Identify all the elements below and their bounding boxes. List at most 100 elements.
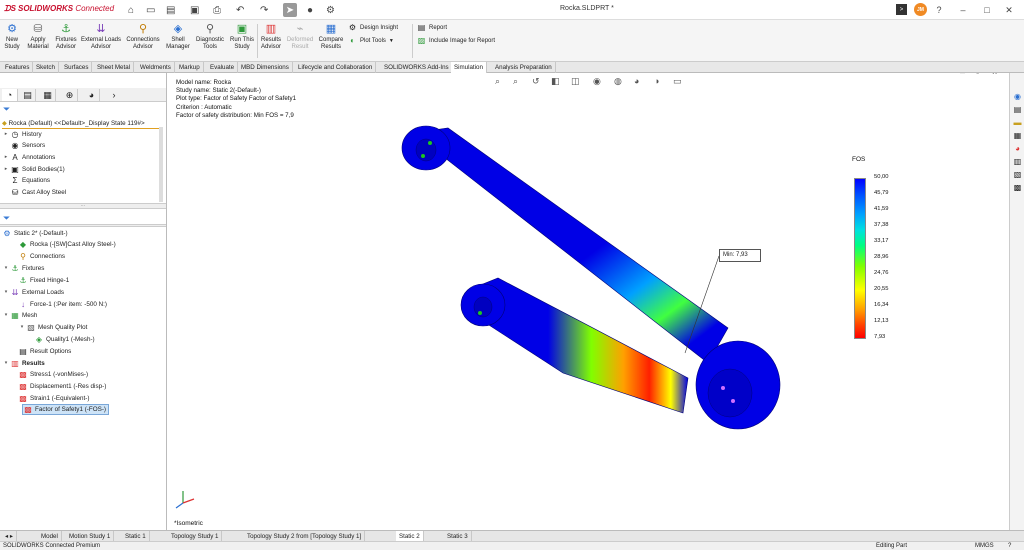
dimxpert-tab-icon[interactable]: ⊕ [62,89,78,101]
help-icon[interactable]: ? [932,3,946,17]
tab-surfaces[interactable]: Surfaces [61,62,93,73]
sim-strain1-node[interactable]: ▩ Strain1 (-Equivalent-) [18,393,89,404]
apply-material-button[interactable]: ⛁ Apply Material [26,22,50,60]
tab-weldments[interactable]: Weldments [137,62,175,73]
more-tabs-icon[interactable]: › [106,89,122,101]
close-icon[interactable]: ✕ [1002,3,1016,17]
run-this-study-button[interactable]: ▣ Run This Study [228,22,256,60]
sim-force-node[interactable]: ↓ Force-1 (:Per item: -500 N:) [18,299,107,310]
lower-bore-shape [473,296,493,318]
property-manager-tab-icon[interactable]: ▤ [20,89,36,101]
plot-tools-button[interactable]: ◐ Plot Tools ▼ [348,35,394,46]
sim-fos1-node[interactable]: ▩ Factor of Safety1 (-FOS-) [22,404,110,415]
sim-study-node[interactable]: ⚙ Static 2* (-Default-) [2,228,67,239]
legend-value: 16,34 [874,302,889,308]
tree-item-material[interactable]: ⛁ Cast Alloy Steel [2,187,66,198]
home-icon[interactable]: ⌂ [128,3,134,17]
minimize-icon[interactable]: – [956,3,970,17]
force-icon: ↓ [21,300,25,309]
app-logo[interactable]: ᗪS SOLIDWORKS Connected [4,4,114,14]
forum-icon[interactable]: ▧ [1012,169,1023,180]
sim-results-node[interactable]: ▾ ▥ Results [2,358,45,369]
configuration-manager-tab-icon[interactable]: ▦ [40,89,56,101]
undo-icon[interactable]: ↶ [236,3,244,17]
legend-value: 50,00 [874,174,889,180]
sim-external-loads-node[interactable]: ▾ ⇊ External Loads [2,287,64,298]
tab-mbd-dimensions[interactable]: MBD Dimensions [238,62,293,73]
sim-displacement1-node[interactable]: ▩ Displacement1 (-Res disp-) [18,381,106,392]
tab-features[interactable]: Features [2,62,34,73]
tree-item-sensors[interactable]: ◉ Sensors [2,140,46,151]
view-palette-icon[interactable]: ▦ [1012,130,1023,141]
tab-lifecycle[interactable]: Lifecycle and Collaboration [295,62,377,73]
sim-stress1-node[interactable]: ▩ Stress1 (-vonMises-) [18,369,88,380]
maximize-icon[interactable]: □ [980,3,994,17]
min-fos-annotation[interactable]: Min: 7,93 [719,249,761,262]
tree-item-history[interactable]: ▸ ◷ History [2,129,42,140]
external-loads-advisor-button[interactable]: ⇊ External Loads Advisor [80,22,122,60]
filter-icon[interactable]: ⏷ [3,104,10,115]
sim-filter-icon[interactable]: ⏷ [3,213,10,224]
graphics-area[interactable]: Model name: Rocka Study name: Static 2(-… [168,73,1008,530]
tree-scrollbar[interactable] [159,127,163,202]
tab-addins[interactable]: SOLIDWORKS Add-Ins [381,62,453,73]
redo-icon[interactable]: ↷ [260,3,268,17]
terminal-icon[interactable]: > [896,4,907,15]
fixtures-advisor-button[interactable]: ⚓ Fixtures Advisor [54,22,78,60]
print-icon[interactable]: ⎙ [213,3,221,17]
results-advisor-button[interactable]: ▥ Results Advisor [258,22,284,60]
report-button[interactable]: ▤ Report [417,22,447,33]
compare-results-button[interactable]: ▦ Compare Results [316,22,346,60]
diagnostic-tools-button[interactable]: ⚲ Diagnostic Tools [194,22,226,60]
feature-manager-tab-icon[interactable]: ◔ [2,89,18,101]
shell-manager-button[interactable]: ◈ Shell Manager [164,22,192,60]
legend-colorbar[interactable] [854,178,866,339]
user-avatar[interactable]: JM [914,3,927,16]
solidworks-resources-icon[interactable]: ◉ [1012,91,1023,102]
sim-connections-node[interactable]: ⚲ Connections [10,251,65,262]
connections-icon: ⚲ [20,252,26,261]
new-document-icon[interactable]: ▭ [146,3,155,17]
tree-item-annotations[interactable]: ▸ A Annotations [2,152,56,163]
sim-result-options-node[interactable]: ▤ Result Options [10,346,71,357]
custom-properties-icon[interactable]: ▥ [1012,156,1023,167]
tab-analysis-preparation[interactable]: Analysis Preparation [492,62,556,73]
diagnostic-icon: ⚲ [205,23,215,35]
tab-evaluate[interactable]: Evaluate [207,62,239,73]
tab-sketch[interactable]: Sketch [33,62,59,73]
sim-mesh-node[interactable]: ▾ ▦ Mesh [2,310,38,321]
deformed-result-button[interactable]: ⌁ Deformed Result [286,22,314,60]
tab-sheet-metal[interactable]: Sheet Metal [94,62,135,73]
sim-part-node[interactable]: ◆ Rocka (-[SW]Cast Alloy Steel-) [10,239,116,250]
part-icon: ◆ [2,120,7,127]
tab-markup[interactable]: Markup [176,62,204,73]
display-manager-tab-icon[interactable]: ◕ [84,89,100,101]
connections-advisor-button[interactable]: ⚲ Connections Advisor [124,22,162,60]
displacement-plot-icon: ▩ [19,382,27,391]
settings-icon[interactable]: ⚙ [326,3,335,17]
command-manager: ⚙ New Study ⛁ Apply Material ⚓ Fixtures … [0,20,1024,62]
panel-splitter[interactable]: ⋯ [0,203,166,209]
appearances-icon[interactable]: ◕ [1012,143,1023,154]
legend-value: 12,13 [874,318,889,324]
file-explorer-icon[interactable]: ▬ [1012,117,1023,128]
sim-fixtures-node[interactable]: ▾ ⚓ Fixtures [2,263,45,274]
sim-splitter [0,224,166,227]
select-icon[interactable]: ➤ [283,3,297,17]
design-insight-button[interactable]: ⚙ Design Insight [348,22,398,33]
traffic-light-icon[interactable]: ● [307,3,313,17]
sim-quality1-node[interactable]: ◈ Quality1 (-Mesh-) [34,334,95,345]
open-icon[interactable]: ▤ [166,3,175,17]
design-library-icon[interactable]: ▤ [1012,104,1023,115]
recycle-bin-icon[interactable]: ▩ [1012,182,1023,193]
new-study-button[interactable]: ⚙ New Study [2,22,22,60]
sim-fixed-hinge-node[interactable]: ⚓ Fixed Hinge-1 [18,275,69,286]
title-bar: ᗪS SOLIDWORKS Connected ⌂ ▭ ▤ ▣ ⎙ ↶ ↷ ➤ ●… [0,0,1024,20]
include-image-button[interactable]: ▨ Include Image for Report [417,35,495,46]
tree-root[interactable]: ◆ Rocka (Default) <<Default>_Display Sta… [2,119,160,129]
save-icon[interactable]: ▣ [190,3,199,17]
tree-item-solid-bodies[interactable]: ▸ ▣ Solid Bodies(1) [2,164,65,175]
sim-mesh-quality-node[interactable]: ▾ ▧ Mesh Quality Plot [18,322,88,333]
tab-simulation[interactable]: Simulation [451,62,487,73]
tree-item-equations[interactable]: Σ Equations [2,175,51,186]
